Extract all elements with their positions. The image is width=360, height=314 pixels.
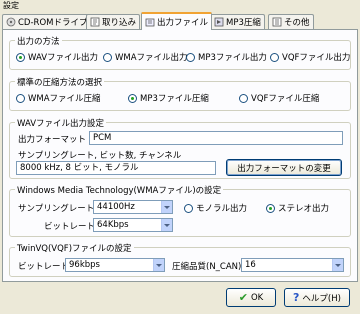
chevron-down-icon[interactable]: [161, 201, 172, 213]
output-file-icon: [145, 17, 155, 27]
vqf-quality-select[interactable]: 16: [241, 258, 344, 272]
group-legend: WAVファイル出力設定: [15, 117, 107, 129]
sampling-field[interactable]: 8000 kHz, 8 ビット, モノラル: [16, 161, 216, 175]
cdrom-icon: [6, 17, 16, 27]
tab-label: MP3圧縮: [226, 18, 261, 28]
radio-mp3-output[interactable]: MP3ファイル出力: [186, 51, 267, 63]
tab-label: 出力ファイル: [157, 18, 209, 28]
change-output-format-button[interactable]: 出力フォーマットの変更: [226, 159, 342, 176]
radio-mono-output[interactable]: モノラル出力: [184, 202, 247, 214]
window-title: 設定: [0, 0, 360, 12]
tab-import[interactable]: 取り込み: [86, 14, 141, 29]
wav-settings-group: WAVファイル出力設定 出力フォーマット PCM サンプリングレート, ビット数…: [9, 117, 351, 179]
other-icon: [272, 17, 282, 27]
radio-mp3-compression[interactable]: MP3ファイル圧縮: [128, 92, 209, 104]
tab-label: 取り込み: [102, 18, 137, 28]
output-method-group: 出力の方法 WAVファイル出力 WMAファイル出力 MP3ファイル出力 VQFフ…: [9, 35, 351, 70]
output-file-panel: 出力の方法 WAVファイル出力 WMAファイル出力 MP3ファイル出力 VQFフ…: [2, 29, 358, 282]
tab-output-file[interactable]: 出力ファイル: [141, 12, 213, 30]
wma-bitrate-select[interactable]: 64Kbps: [93, 218, 173, 232]
tab-label: その他: [284, 18, 310, 28]
vqf-bitrate-label: ビットレート: [18, 262, 70, 272]
sampling-label: サンプリングレート, ビット数, チャンネル: [18, 151, 182, 161]
tab-mp3-compression[interactable]: MP3圧縮: [210, 14, 265, 29]
ok-button[interactable]: ✔ OK: [226, 288, 276, 307]
group-legend: TwinVQ(VQF)ファイルの設定: [15, 242, 134, 254]
radio-wav-output[interactable]: WAVファイル出力: [16, 51, 98, 63]
tab-cdrom-drive[interactable]: CD-ROMドライブ: [2, 14, 92, 29]
tab-label: CD-ROMドライブ: [18, 18, 88, 28]
radio-stereo-output[interactable]: ステレオ出力: [266, 202, 329, 214]
chevron-down-icon[interactable]: [153, 259, 164, 271]
wma-bitrate-label: ビットレート: [44, 222, 96, 232]
help-icon: ?: [293, 291, 300, 304]
chevron-down-icon[interactable]: [161, 219, 172, 231]
radio-vqf-output[interactable]: VQFファイル出力: [270, 51, 350, 63]
wma-sampling-select[interactable]: 44100Hz: [93, 200, 173, 214]
group-legend: Windows Media Technology(WMAファイル)の設定: [15, 184, 224, 196]
mp3-icon: [214, 17, 224, 27]
radio-wma-output[interactable]: WMAファイル出力: [103, 51, 188, 63]
group-legend: 出力の方法: [15, 35, 62, 47]
vqf-settings-group: TwinVQ(VQF)ファイルの設定 ビットレート 96kbps 圧縮品質(N_…: [9, 242, 351, 277]
group-legend: 標準の圧縮方法の選択: [15, 76, 105, 88]
tab-other[interactable]: その他: [268, 14, 314, 29]
output-format-field[interactable]: PCM: [89, 131, 343, 145]
help-button[interactable]: ? ヘルプ(H): [284, 288, 350, 307]
checkmark-icon: ✔: [238, 291, 248, 304]
settings-dialog: 設定 CD-ROMドライブ 取り込み 出力ファイル MP3圧縮 その他 出力の方…: [0, 0, 360, 314]
vqf-quality-label: 圧縮品質(N_CAN): [172, 262, 242, 272]
chevron-down-icon[interactable]: [332, 259, 343, 271]
radio-wma-compression[interactable]: WMAファイル圧縮: [16, 92, 101, 104]
wma-settings-group: Windows Media Technology(WMAファイル)の設定 サンプ…: [9, 184, 351, 237]
output-format-label: 出力フォーマット: [18, 135, 87, 145]
tab-bar: CD-ROMドライブ 取り込み 出力ファイル MP3圧縮 その他: [2, 12, 358, 30]
radio-vqf-compression[interactable]: VQFファイル圧縮: [239, 92, 319, 104]
import-icon: [90, 17, 100, 27]
vqf-bitrate-select[interactable]: 96kbps: [65, 258, 165, 272]
wma-sampling-label: サンプリングレート: [18, 204, 95, 214]
compression-method-group: 標準の圧縮方法の選択 WMAファイル圧縮 MP3ファイル圧縮 VQFファイル圧縮: [9, 76, 351, 111]
